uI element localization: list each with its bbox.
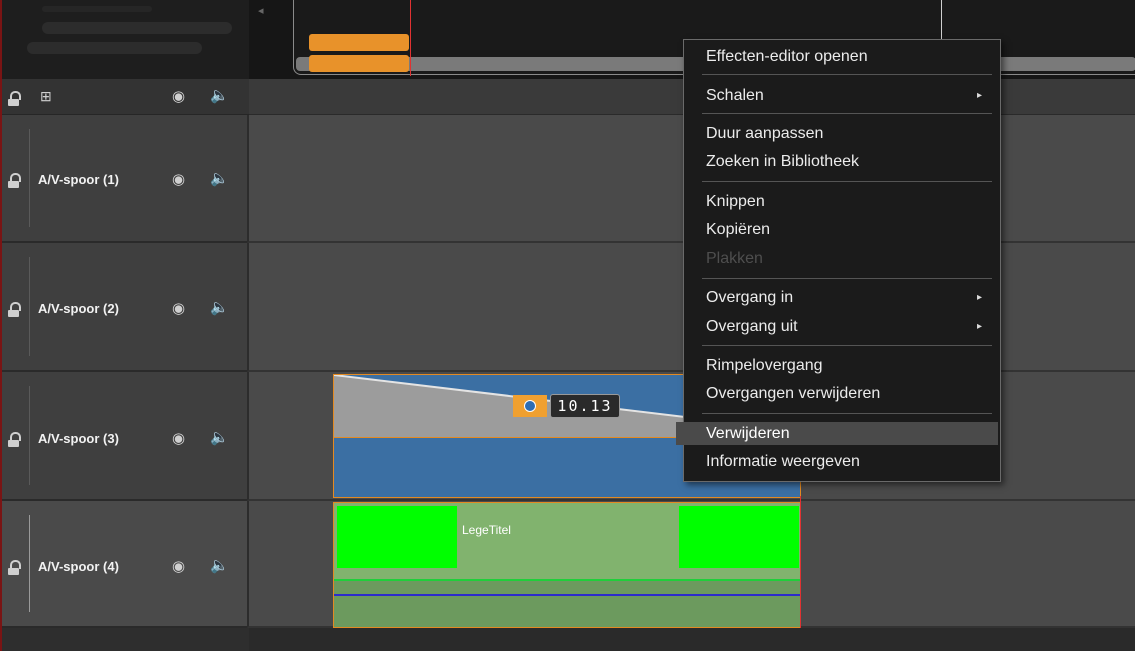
menu-item-show-info[interactable]: Informatie weergeven <box>684 450 1000 473</box>
menu-item-transition-out[interactable]: Overgang uit ▸ <box>684 315 1000 338</box>
timeline-ruler[interactable] <box>249 628 1135 651</box>
menu-item-remove-transitions[interactable]: Overgangen verwijderen <box>684 382 1000 405</box>
title-preview-right <box>679 506 799 568</box>
eye-icon[interactable]: ◉ <box>172 89 185 105</box>
submenu-arrow-icon: ▸ <box>976 321 982 332</box>
menu-item-scale[interactable]: Schalen ▸ <box>684 84 1000 107</box>
menu-item-effects-editor[interactable]: Effecten-editor openen <box>684 45 1000 68</box>
menu-item-transition-in[interactable]: Overgang in ▸ <box>684 286 1000 309</box>
menu-item-paste: Plakken <box>706 250 763 267</box>
navigator-clip-thumb <box>309 55 409 72</box>
clip-title: LegeTitel <box>462 523 511 537</box>
submenu-arrow-icon: ▸ <box>976 292 982 303</box>
speaker-icon[interactable]: 🔈 <box>210 300 229 316</box>
menu-item-search-library[interactable]: Zoeken in Bibliotheek <box>684 150 1000 173</box>
speaker-icon[interactable]: 🔈 <box>210 558 229 574</box>
menu-item-copy[interactable]: Kopiëren <box>684 218 1000 241</box>
menu-item-delete[interactable]: Verwijderen <box>676 422 998 445</box>
menu-item-ripple-transition[interactable]: Rimpelovergang <box>684 354 1000 377</box>
track-name: A/V-spoor (2) <box>38 301 119 316</box>
lock-icon[interactable] <box>8 560 21 575</box>
track-name: A/V-spoor (1) <box>38 172 119 187</box>
navigator-scroll-left-icon[interactable]: ◂ <box>258 4 264 17</box>
keyframe-icon[interactable] <box>513 395 547 417</box>
timeline-footer-left <box>2 628 249 651</box>
navigator-clip-thumb <box>309 34 409 51</box>
track-header-1[interactable]: A/V-spoor (1) ◉ 🔈 <box>2 115 247 243</box>
speaker-icon[interactable]: 🔈 <box>210 171 229 187</box>
track-header-4[interactable]: A/V-spoor (4) ◉ 🔈 <box>2 501 247 628</box>
title-clip-track4[interactable]: LegeTitel <box>333 502 801 628</box>
navigator-playhead[interactable] <box>410 0 411 76</box>
speaker-icon[interactable]: 🔈 <box>210 88 229 104</box>
track-header-3[interactable]: A/V-spoor (3) ◉ 🔈 <box>2 372 247 501</box>
title-preview-left <box>337 506 457 568</box>
lock-icon[interactable] <box>8 91 21 106</box>
lock-icon[interactable] <box>8 302 21 317</box>
menu-item-adjust-duration[interactable]: Duur aanpassen <box>684 122 1000 145</box>
add-track-icon[interactable]: ⊞ <box>40 88 52 104</box>
track-name: A/V-spoor (4) <box>38 559 119 574</box>
navigator-left-panel <box>2 0 249 79</box>
eye-icon[interactable]: ◉ <box>172 559 185 575</box>
track-header-2[interactable]: A/V-spoor (2) ◉ 🔈 <box>2 243 247 372</box>
track-name: A/V-spoor (3) <box>38 431 119 446</box>
menu-item-cut[interactable]: Knippen <box>684 190 1000 213</box>
lock-icon[interactable] <box>8 173 21 188</box>
keyframe-value-label: 10.13 <box>550 394 620 418</box>
eye-icon[interactable]: ◉ <box>172 301 185 317</box>
eye-icon[interactable]: ◉ <box>172 431 185 447</box>
eye-icon[interactable]: ◉ <box>172 172 185 188</box>
submenu-arrow-icon: ▸ <box>976 90 982 101</box>
lock-icon[interactable] <box>8 432 21 447</box>
track-header-master: ⊞ ◉ 🔈 <box>2 79 249 115</box>
speaker-icon[interactable]: 🔈 <box>210 430 229 446</box>
context-menu: Effecten-editor openen Schalen ▸ Duur aan… <box>676 39 1001 482</box>
